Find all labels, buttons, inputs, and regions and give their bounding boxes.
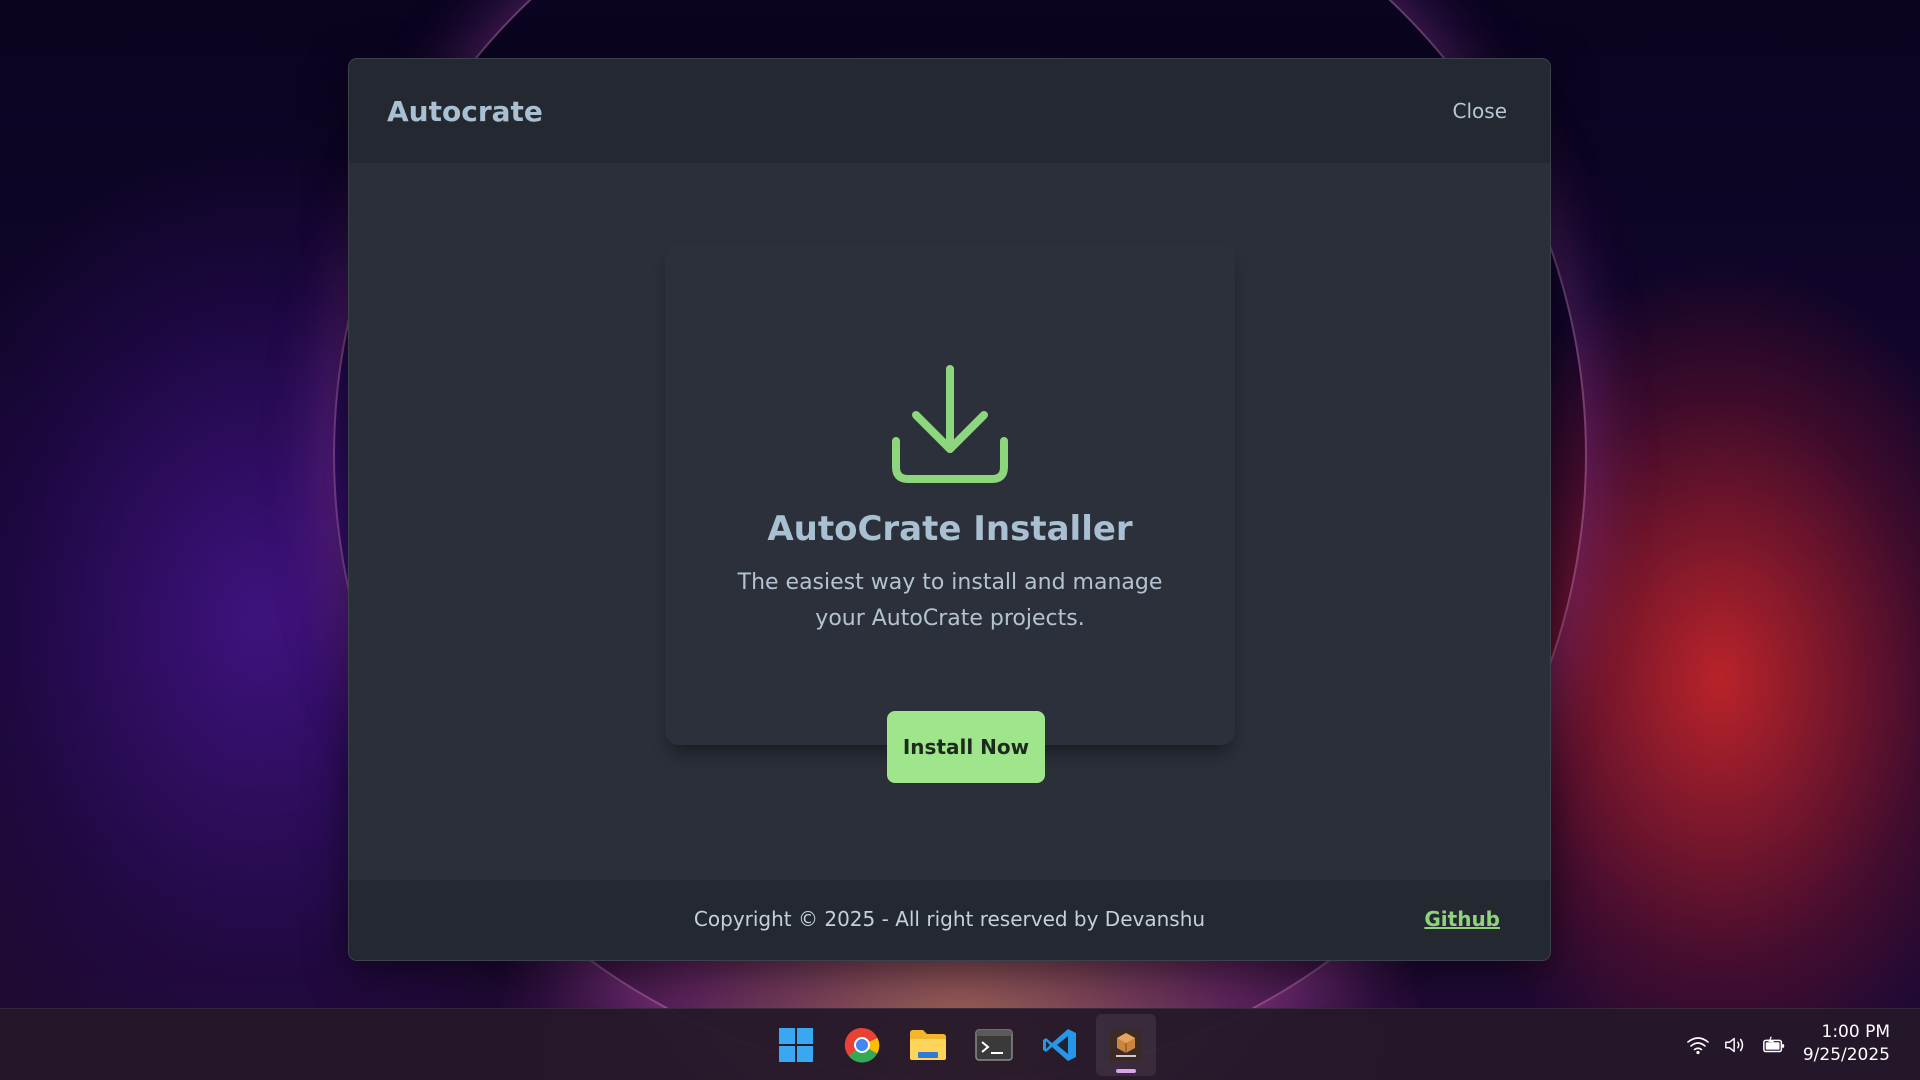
installer-description: The easiest way to install and manage yo…: [737, 570, 1163, 631]
folder-icon: [910, 1030, 946, 1060]
dialog-header: Autocrate Close: [349, 59, 1550, 163]
wifi-icon[interactable]: [1686, 1031, 1710, 1059]
clock-date: 9/25/2025: [1802, 1045, 1890, 1065]
chrome-icon: [844, 1027, 880, 1063]
installer-dialog: Autocrate Close AutoCrate Installer The …: [348, 58, 1551, 961]
terminal-icon: [975, 1029, 1013, 1061]
volume-icon[interactable]: [1724, 1031, 1748, 1059]
github-link[interactable]: Github: [1424, 907, 1500, 931]
vscode-taskbar-button[interactable]: [1030, 1014, 1090, 1076]
autocrate-icon: [1110, 1029, 1142, 1061]
terminal-taskbar-button[interactable]: [964, 1014, 1024, 1076]
installer-title: AutoCrate Installer: [767, 509, 1133, 549]
system-tray: [1686, 1031, 1786, 1059]
vscode-icon: [1043, 1029, 1076, 1061]
dialog-body: AutoCrate Installer The easiest way to i…: [349, 163, 1550, 939]
chrome-taskbar-button[interactable]: [832, 1014, 892, 1076]
battery-icon[interactable]: [1762, 1031, 1786, 1059]
taskbar: 1:00 PM 9/25/2025: [0, 1008, 1920, 1080]
copyright-text: Copyright © 2025 - All right reserved by…: [693, 907, 1206, 931]
autocrate-taskbar-button[interactable]: [1096, 1014, 1156, 1076]
clock-time: 1:00 PM: [1821, 1022, 1891, 1042]
close-button[interactable]: Close: [1453, 99, 1507, 123]
dialog-footer: Copyright © 2025 - All right reserved by…: [349, 880, 1550, 960]
taskbar-clock[interactable]: 1:00 PM 9/25/2025: [1803, 1021, 1890, 1067]
installer-card: AutoCrate Installer The easiest way to i…: [665, 243, 1235, 783]
dialog-title: Autocrate: [387, 94, 543, 128]
active-app-indicator: [1116, 1069, 1136, 1073]
file-explorer-taskbar-button[interactable]: [898, 1014, 958, 1076]
windows-start-icon: [779, 1028, 813, 1062]
taskbar-apps: [766, 1014, 1156, 1076]
download-icon: [892, 365, 1008, 483]
start-button[interactable]: [766, 1014, 826, 1076]
install-now-button[interactable]: Install Now: [887, 711, 1045, 783]
